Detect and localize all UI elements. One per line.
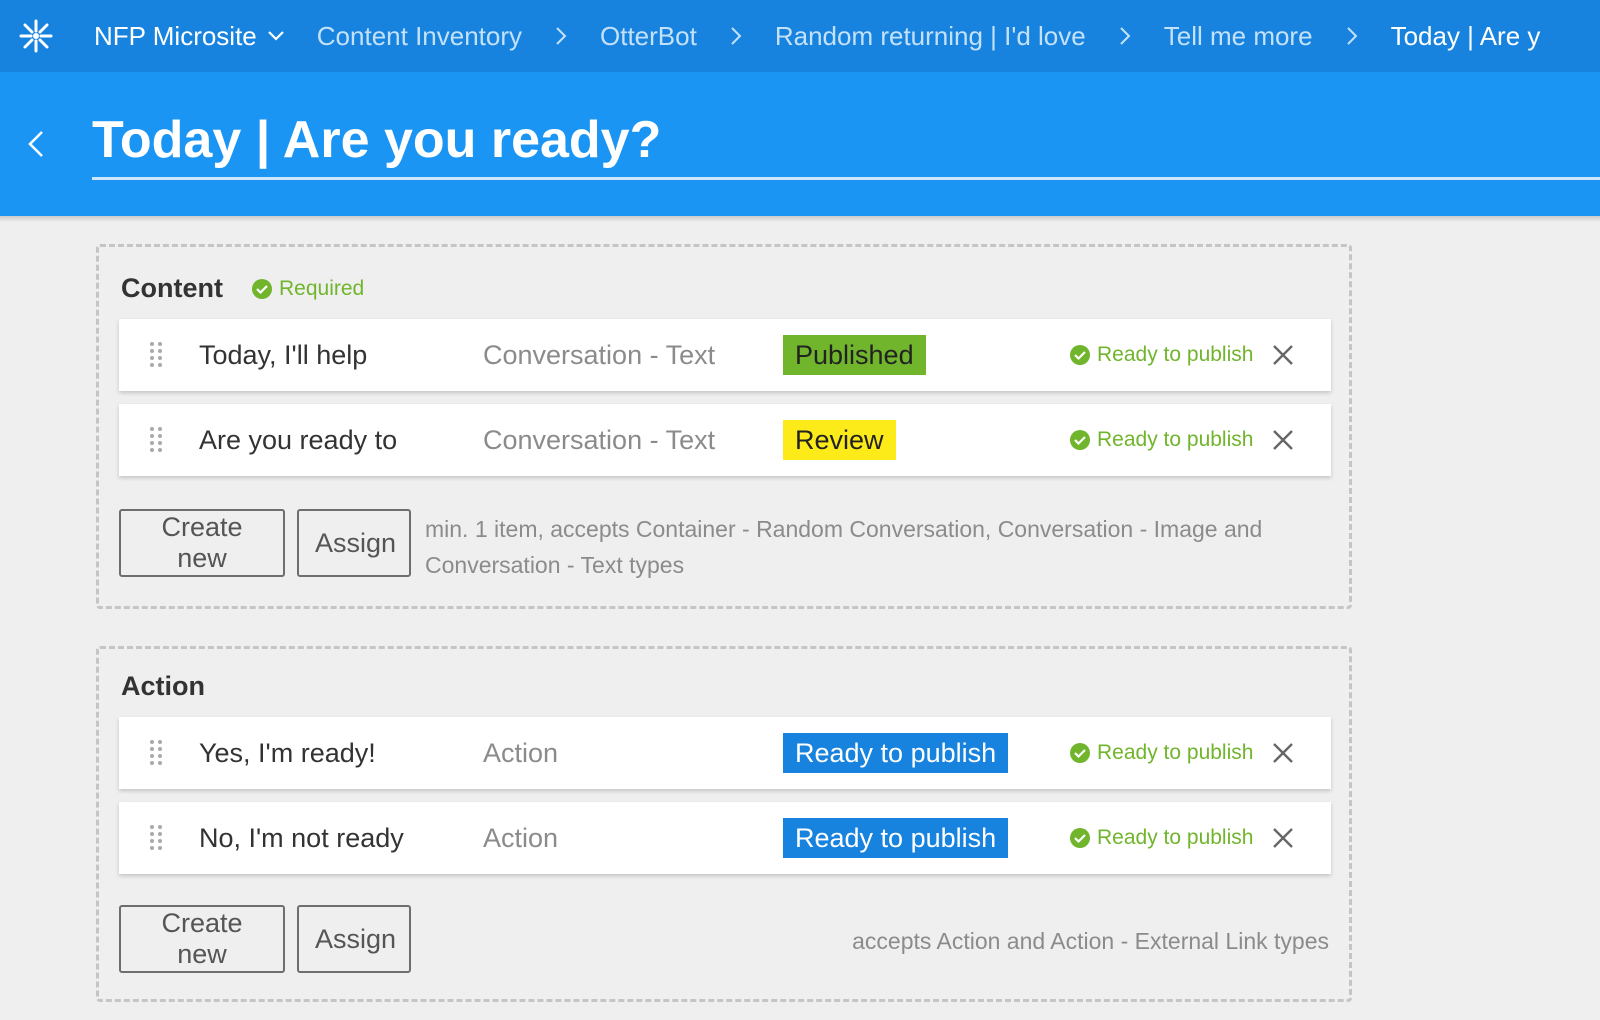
snowflake-icon[interactable]	[0, 0, 72, 72]
workflow-badge: Ready to publish	[783, 733, 1009, 773]
close-icon[interactable]	[1269, 739, 1297, 767]
chevron-right-icon	[697, 0, 775, 72]
drag-handle-icon[interactable]	[149, 426, 163, 454]
top-navigation: NFP Microsite Content Inventory OtterBot…	[0, 0, 1600, 72]
breadcrumb-current: Today | Are y	[1390, 20, 1541, 51]
item-status: Ready to publish	[1069, 741, 1253, 765]
workflow-badge: Review	[783, 420, 896, 460]
page-header	[0, 72, 1600, 216]
list-item[interactable]: Today, I'll help Conversation - Text Pub…	[119, 319, 1331, 391]
breadcrumb-tell-me-more[interactable]: Tell me more	[1164, 21, 1313, 52]
list-item[interactable]: Are you ready to Conversation - Text Rev…	[119, 404, 1331, 476]
item-status: Ready to publish	[1069, 428, 1253, 452]
item-type: Action	[483, 737, 559, 768]
drag-handle-icon[interactable]	[149, 341, 163, 369]
check-circle-icon	[1070, 345, 1090, 365]
action-section: Action Yes, I'm ready! Action Ready to p…	[96, 646, 1352, 1002]
section-title: Action	[121, 671, 205, 701]
item-status-label: Ready to publish	[1097, 428, 1254, 451]
breadcrumb-content-inventory[interactable]: Content Inventory	[317, 21, 522, 52]
check-circle-icon	[1070, 430, 1090, 450]
page-title-input[interactable]	[92, 108, 1600, 180]
project-switcher[interactable]: NFP Microsite	[94, 21, 285, 52]
check-circle-icon	[1070, 828, 1090, 848]
close-icon[interactable]	[1269, 824, 1297, 852]
item-status-label: Ready to publish	[1097, 741, 1254, 764]
close-icon[interactable]	[1269, 341, 1297, 369]
item-name[interactable]: Yes, I'm ready!	[199, 738, 376, 769]
back-arrow-icon[interactable]	[22, 126, 50, 162]
project-name: NFP Microsite	[94, 20, 257, 51]
chevron-down-icon	[268, 31, 284, 41]
drag-handle-icon[interactable]	[149, 739, 163, 767]
drag-handle-icon[interactable]	[149, 824, 163, 852]
content-hint-line1: min. 1 item, accepts Container - Random …	[425, 516, 1263, 542]
create-new-button[interactable]: Create new	[119, 509, 285, 577]
item-status: Ready to publish	[1069, 343, 1253, 367]
assign-button[interactable]: Assign	[297, 509, 411, 577]
close-icon[interactable]	[1269, 426, 1297, 454]
list-item[interactable]: Yes, I'm ready! Action Ready to publish …	[119, 717, 1331, 789]
item-status: Ready to publish	[1069, 826, 1253, 850]
action-hint: accepts Action and Action - External Lin…	[852, 928, 1329, 954]
create-new-button[interactable]: Create new	[119, 905, 285, 973]
item-status-label: Ready to publish	[1097, 343, 1254, 366]
list-item[interactable]: No, I'm not ready Action Ready to publis…	[119, 802, 1331, 874]
breadcrumb-otterbot[interactable]: OtterBot	[600, 21, 697, 52]
item-status-label: Ready to publish	[1097, 826, 1254, 849]
required-label: Required	[278, 276, 365, 300]
chevron-right-icon	[1086, 0, 1164, 72]
check-circle-icon	[1070, 743, 1090, 763]
check-circle-icon	[251, 278, 272, 299]
item-name[interactable]: Are you ready to	[199, 425, 397, 456]
content-section: Content Required Today, I'll help Conver…	[96, 244, 1352, 609]
assign-button[interactable]: Assign	[297, 905, 411, 973]
item-type: Conversation - Text	[483, 424, 716, 455]
item-name[interactable]: Today, I'll help	[199, 340, 367, 371]
content-section-header: Content Required	[121, 273, 364, 304]
item-type: Action	[483, 822, 559, 853]
chevron-right-icon	[522, 0, 600, 72]
workflow-badge: Published	[783, 335, 926, 375]
section-title: Content	[121, 273, 223, 303]
workflow-badge: Ready to publish	[783, 818, 1009, 858]
content-hint: min. 1 item, accepts Container - Random …	[425, 511, 1325, 583]
header-shadow	[0, 216, 1600, 222]
item-name[interactable]: No, I'm not ready	[199, 823, 404, 854]
breadcrumb-random-returning[interactable]: Random returning | I'd love	[775, 21, 1086, 52]
required-indicator: Required	[251, 277, 364, 301]
chevron-right-icon	[1313, 0, 1391, 72]
content-hint-line2: Conversation - Text types	[425, 552, 685, 578]
item-type: Conversation - Text	[483, 339, 716, 370]
action-section-header: Action	[121, 671, 205, 702]
